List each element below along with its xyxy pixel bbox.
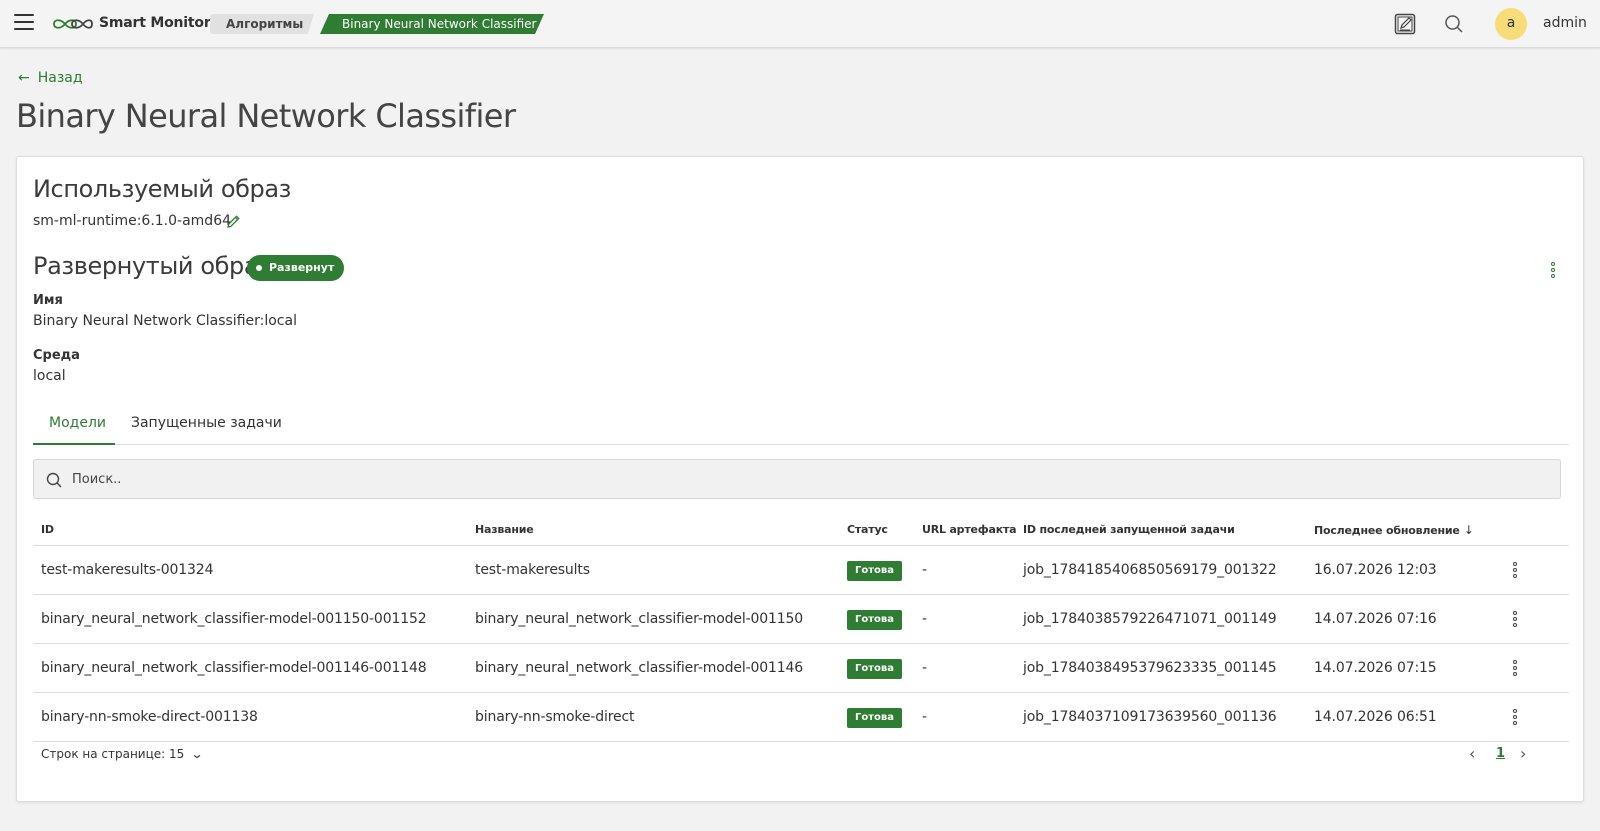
col-status[interactable]: Статус xyxy=(847,523,888,536)
cell-id: binary_neural_network_classifier-model-0… xyxy=(41,611,427,627)
status-badge: Развернут xyxy=(247,255,345,281)
cell-id: binary_neural_network_classifier-model-0… xyxy=(41,660,427,676)
app-title: Smart Monitor xyxy=(99,15,211,31)
chevron-right-icon[interactable]: › xyxy=(1520,744,1526,763)
cell-last-job: job_1784038579226471071_001149 xyxy=(1023,611,1277,627)
status-chip: Готова xyxy=(847,561,902,581)
status-dot-icon xyxy=(256,265,262,271)
deployed-section-title: Развернутый образ xyxy=(33,252,271,280)
back-link[interactable]: ← Назад xyxy=(18,70,83,86)
rows-per-page-label: Строк на странице: 15 xyxy=(41,747,185,761)
table-row[interactable]: binary_neural_network_classifier-model-0… xyxy=(33,595,1569,644)
col-last-job[interactable]: ID последней запущенной задачи xyxy=(1023,523,1235,536)
cell-updated: 16.07.2026 12:03 xyxy=(1314,562,1437,578)
more-options-icon[interactable] xyxy=(1547,260,1559,280)
row-options-icon[interactable] xyxy=(1509,560,1521,580)
tab-running-tasks[interactable]: Запущенные задачи xyxy=(131,405,282,445)
page-title: Binary Neural Network Classifier xyxy=(16,97,516,135)
row-options-icon[interactable] xyxy=(1509,658,1521,678)
page-number[interactable]: 1 xyxy=(1496,746,1505,761)
cell-updated: 14.07.2026 07:16 xyxy=(1314,611,1437,627)
tabs: Модели Запущенные задачи xyxy=(33,405,1569,445)
tab-models[interactable]: Модели xyxy=(33,405,115,445)
row-options-icon[interactable] xyxy=(1509,609,1521,629)
top-bar: Smart Monitor Алгоритмы Binary Neural Ne… xyxy=(0,0,1600,48)
cell-name: binary_neural_network_classifier-model-0… xyxy=(475,660,804,676)
status-chip: Готова xyxy=(847,610,902,630)
menu-icon[interactable] xyxy=(14,14,34,32)
image-value: sm-ml-runtime:6.1.0-amd64 xyxy=(33,213,232,229)
env-label: Среда xyxy=(33,348,80,363)
notes-icon[interactable] xyxy=(1393,12,1417,36)
name-value: Binary Neural Network Classifier:local xyxy=(33,313,297,329)
env-value: local xyxy=(33,368,66,384)
cell-url: - xyxy=(922,709,927,725)
cell-last-job: job_1784037109173639560_001136 xyxy=(1023,709,1277,725)
user-name[interactable]: admin xyxy=(1543,15,1587,31)
table-row[interactable]: binary-nn-smoke-direct-001138 binary-nn-… xyxy=(33,693,1569,742)
breadcrumb-current[interactable]: Binary Neural Network Classifier xyxy=(320,14,544,34)
back-label: Назад xyxy=(37,70,83,86)
table-row[interactable]: binary_neural_network_classifier-model-0… xyxy=(33,644,1569,693)
cell-updated: 14.07.2026 07:15 xyxy=(1314,660,1437,676)
col-url[interactable]: URL артефакта xyxy=(922,523,1017,536)
cell-url: - xyxy=(922,611,927,627)
cell-last-job: job_1784185406850569179_001322 xyxy=(1023,562,1277,578)
cell-name: binary-nn-smoke-direct xyxy=(475,709,635,725)
status-badge-label: Развернут xyxy=(269,261,335,274)
sort-down-icon: ↓ xyxy=(1463,523,1474,537)
details-card: Используемый образ sm-ml-runtime:6.1.0-a… xyxy=(16,156,1584,802)
cell-last-job: job_1784038495379623335_001145 xyxy=(1023,660,1277,676)
search-icon[interactable] xyxy=(1442,12,1466,36)
cell-name: binary_neural_network_classifier-model-0… xyxy=(475,611,804,627)
breadcrumb-algorithms[interactable]: Алгоритмы xyxy=(210,14,314,34)
chevron-down-icon: ⌄ xyxy=(190,747,204,761)
row-options-icon[interactable] xyxy=(1509,707,1521,727)
chevron-left-icon[interactable]: ‹ xyxy=(1469,744,1475,763)
col-id[interactable]: ID xyxy=(41,523,54,536)
search-input[interactable] xyxy=(72,460,1542,498)
col-name[interactable]: Название xyxy=(475,523,534,536)
col-updated-label: Последнее обновление xyxy=(1314,524,1460,537)
table-header: ID Название Статус URL артефакта ID посл… xyxy=(33,513,1569,546)
cell-url: - xyxy=(922,562,927,578)
cell-id: test-makeresults-001324 xyxy=(41,562,214,578)
pencil-icon[interactable] xyxy=(225,214,241,230)
cell-url: - xyxy=(922,660,927,676)
arrow-left-icon: ← xyxy=(18,70,30,86)
table-row[interactable]: test-makeresults-001324 test-makeresults… xyxy=(33,546,1569,595)
search-icon xyxy=(46,472,62,488)
col-updated[interactable]: Последнее обновление ↓ xyxy=(1314,523,1474,537)
search-box xyxy=(33,459,1561,499)
cell-updated: 14.07.2026 06:51 xyxy=(1314,709,1437,725)
status-chip: Готова xyxy=(847,708,902,728)
cell-id: binary-nn-smoke-direct-001138 xyxy=(41,709,258,725)
rows-per-page-select[interactable]: Строк на странице: 15 ⌄ xyxy=(41,747,204,761)
avatar[interactable]: a xyxy=(1495,8,1527,40)
name-label: Имя xyxy=(33,293,63,308)
image-section-title: Используемый образ xyxy=(33,175,292,203)
status-chip: Готова xyxy=(847,659,902,679)
models-table: ID Название Статус URL артефакта ID посл… xyxy=(33,513,1569,742)
logo-icon xyxy=(53,19,93,29)
cell-name: test-makeresults xyxy=(475,562,590,578)
